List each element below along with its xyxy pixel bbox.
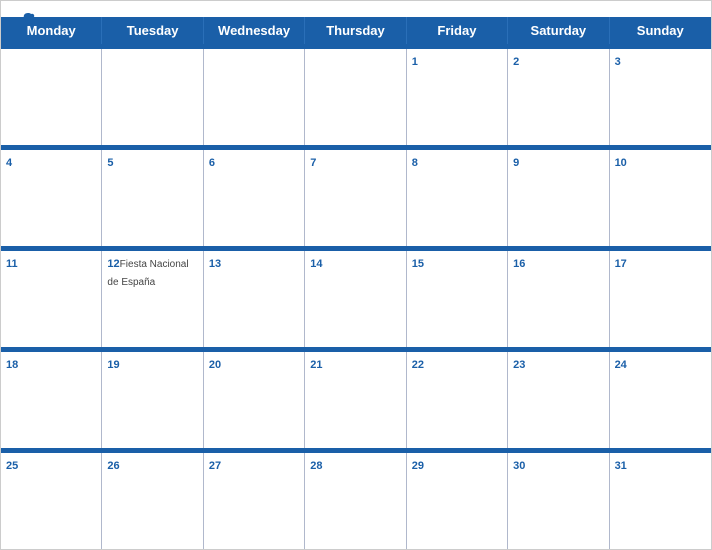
calendar-cell-15: 15 <box>407 251 508 347</box>
logo <box>17 11 37 29</box>
day-header-wednesday: Wednesday <box>204 17 305 44</box>
cell-number: 14 <box>310 258 322 270</box>
week-cells-3: 11 12Fiesta Nacional de España 13 14 15 16 17 <box>1 251 711 347</box>
cell-number: 9 <box>513 157 519 169</box>
calendar-cell-1: 1 <box>407 49 508 145</box>
calendar-cell-4: 4 <box>1 150 102 246</box>
calendar-header <box>1 1 711 17</box>
cell-number: 12 <box>107 258 119 270</box>
cell-number: 21 <box>310 359 322 371</box>
calendar-cell-31: 31 <box>610 453 711 549</box>
calendar-cell-21: 21 <box>305 352 406 448</box>
calendar-cell-6: 6 <box>204 150 305 246</box>
cell-number: 2 <box>513 56 519 68</box>
cell-number: 23 <box>513 359 525 371</box>
cell-number: 18 <box>6 359 18 371</box>
week-row-1: 1 2 3 <box>1 44 711 145</box>
week-row-3: 11 12Fiesta Nacional de España 13 14 15 16 17 <box>1 246 711 347</box>
calendar-cell-29: 29 <box>407 453 508 549</box>
cell-number: 5 <box>107 157 113 169</box>
day-header-thursday: Thursday <box>305 17 406 44</box>
cell-number: 11 <box>6 258 18 270</box>
calendar-cell-9: 9 <box>508 150 609 246</box>
calendar-cell-24: 24 <box>610 352 711 448</box>
cell-event: Fiesta Nacional de España <box>107 259 188 288</box>
calendar-cell-26: 26 <box>102 453 203 549</box>
cell-number: 13 <box>209 258 221 270</box>
cell-number: 20 <box>209 359 221 371</box>
day-header-friday: Friday <box>407 17 508 44</box>
cell-number: 31 <box>615 460 627 472</box>
day-header-sunday: Sunday <box>610 17 711 44</box>
calendar-cell-22: 22 <box>407 352 508 448</box>
cell-number: 22 <box>412 359 424 371</box>
calendar-cell-3: 3 <box>610 49 711 145</box>
calendar-cell-28: 28 <box>305 453 406 549</box>
day-header-saturday: Saturday <box>508 17 609 44</box>
calendar-cell-8: 8 <box>407 150 508 246</box>
week-row-2: 4 5 6 7 8 9 10 <box>1 145 711 246</box>
calendar-cell-16: 16 <box>508 251 609 347</box>
cell-number: 3 <box>615 56 621 68</box>
calendar-cell-10: 10 <box>610 150 711 246</box>
calendar-cell-25: 25 <box>1 453 102 549</box>
cell-number: 10 <box>615 157 627 169</box>
calendar-cell-27: 27 <box>204 453 305 549</box>
cell-number: 6 <box>209 157 215 169</box>
calendar-cell-empty-0-0 <box>1 49 102 145</box>
cell-number: 28 <box>310 460 322 472</box>
calendar-cell-5: 5 <box>102 150 203 246</box>
week-cells-1: 1 2 3 <box>1 49 711 145</box>
calendar-cell-empty-0-1 <box>102 49 203 145</box>
cell-number: 7 <box>310 157 316 169</box>
cell-number: 24 <box>615 359 627 371</box>
calendar-cell-2: 2 <box>508 49 609 145</box>
calendar-grid: 123456789101112Fiesta Nacional de España… <box>1 44 711 549</box>
calendar-cell-12: 12Fiesta Nacional de España <box>102 251 203 347</box>
cell-number: 15 <box>412 258 424 270</box>
cell-number: 29 <box>412 460 424 472</box>
cell-number: 8 <box>412 157 418 169</box>
calendar-cell-14: 14 <box>305 251 406 347</box>
calendar-cell-20: 20 <box>204 352 305 448</box>
calendar-cell-11: 11 <box>1 251 102 347</box>
week-cells-2: 4 5 6 7 8 9 10 <box>1 150 711 246</box>
calendar-cell-19: 19 <box>102 352 203 448</box>
cell-number: 25 <box>6 460 18 472</box>
cell-number: 30 <box>513 460 525 472</box>
calendar-cell-7: 7 <box>305 150 406 246</box>
calendar-cell-empty-0-3 <box>305 49 406 145</box>
week-row-5: 25 26 27 28 29 30 31 <box>1 448 711 549</box>
cell-number: 17 <box>615 258 627 270</box>
calendar-cell-13: 13 <box>204 251 305 347</box>
calendar-cell-18: 18 <box>1 352 102 448</box>
calendar: MondayTuesdayWednesdayThursdayFridaySatu… <box>0 0 712 550</box>
cell-number: 16 <box>513 258 525 270</box>
cell-number: 26 <box>107 460 119 472</box>
cell-number: 27 <box>209 460 221 472</box>
calendar-cell-17: 17 <box>610 251 711 347</box>
cell-number: 19 <box>107 359 119 371</box>
cell-number: 4 <box>6 157 12 169</box>
cell-number: 1 <box>412 56 418 68</box>
calendar-cell-empty-0-2 <box>204 49 305 145</box>
week-cells-5: 25 26 27 28 29 30 31 <box>1 453 711 549</box>
day-headers-row: MondayTuesdayWednesdayThursdayFridaySatu… <box>1 17 711 44</box>
calendar-cell-30: 30 <box>508 453 609 549</box>
week-cells-4: 18 19 20 21 22 23 24 <box>1 352 711 448</box>
day-header-tuesday: Tuesday <box>102 17 203 44</box>
calendar-cell-23: 23 <box>508 352 609 448</box>
logo-bird-icon <box>19 11 37 29</box>
week-row-4: 18 19 20 21 22 23 24 <box>1 347 711 448</box>
